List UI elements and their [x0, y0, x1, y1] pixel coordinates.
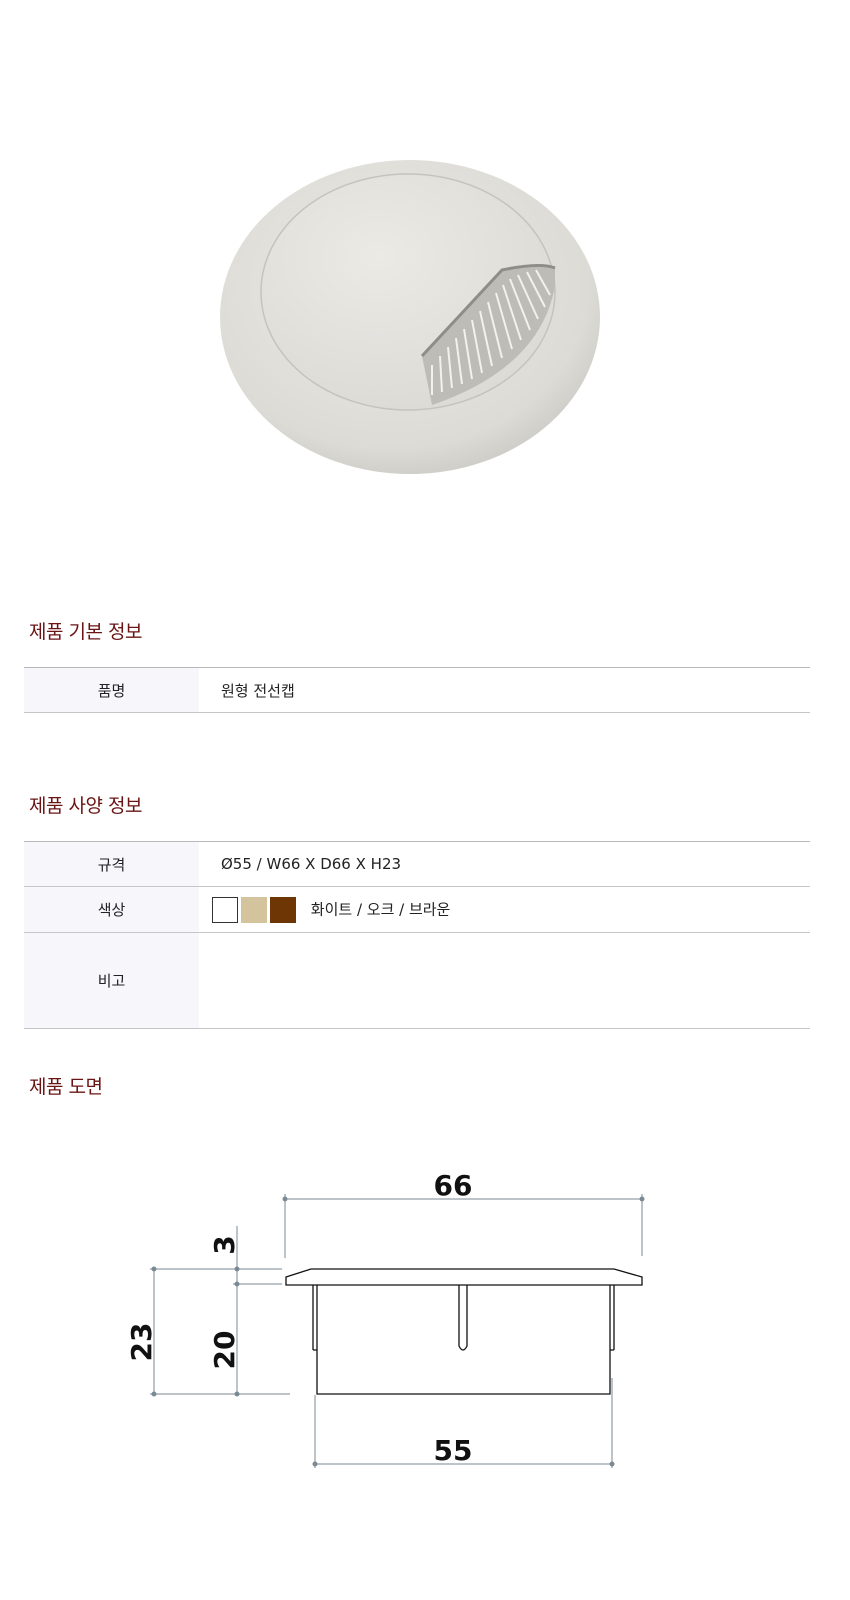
note-label: 비고 — [24, 932, 199, 1029]
drawing-title: 제품 도면 — [29, 1076, 103, 1098]
color-value-cell: 화이트 / 오크 / 브라운 — [199, 887, 810, 933]
color-label: 색상 — [24, 886, 199, 933]
color-value: 화이트 / 오크 / 브라운 — [310, 900, 451, 918]
note-value — [199, 933, 810, 1029]
table-row: 품명 원형 전선캡 — [24, 667, 810, 713]
table-row: 비고 — [24, 932, 810, 1029]
product-photo — [220, 160, 600, 474]
dim-body-height-label: 20 — [208, 1331, 241, 1370]
brown-swatch — [270, 896, 296, 923]
dim-bottom-width-label: 55 — [434, 1434, 473, 1467]
spec-info-table: 규격 Ø55 / W66 X D66 X H23 색상 화이트 / 오크 / 브… — [24, 841, 810, 1029]
spec-info-title: 제품 사양 정보 — [29, 795, 142, 817]
spec-value: Ø55 / W66 X D66 X H23 — [221, 855, 402, 873]
basic-info-table: 품명 원형 전선캡 — [24, 667, 810, 713]
technical-drawing: 66 55 3 20 23 — [125, 1169, 645, 1468]
white-swatch — [212, 896, 238, 923]
dim-total-height-label: 23 — [125, 1323, 158, 1362]
product-name-label: 품명 — [24, 667, 199, 713]
color-swatches — [212, 896, 296, 923]
oak-swatch — [241, 896, 267, 923]
dim-top-width-label: 66 — [434, 1169, 473, 1202]
spec-label: 규격 — [24, 841, 199, 887]
table-row: 규격 Ø55 / W66 X D66 X H23 — [24, 841, 810, 887]
table-row: 색상 화이트 / 오크 / 브라운 — [24, 886, 810, 933]
dim-lip-height-label: 3 — [208, 1235, 241, 1254]
basic-info-title: 제품 기본 정보 — [29, 621, 142, 643]
product-name-value: 원형 전선캡 — [221, 681, 295, 700]
